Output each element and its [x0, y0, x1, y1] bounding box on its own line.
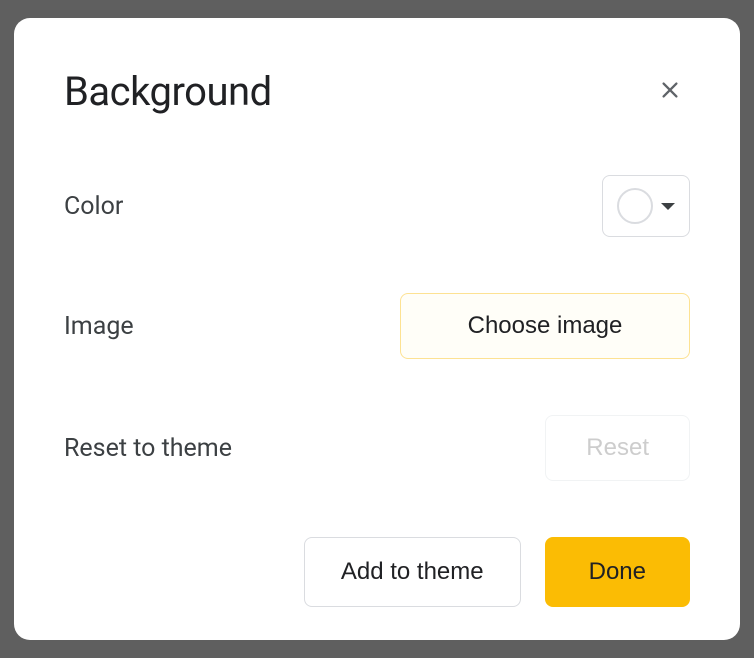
chevron-down-icon: [661, 203, 675, 210]
image-option-row: Image Choose image: [64, 293, 690, 359]
add-to-theme-button[interactable]: Add to theme: [304, 537, 521, 607]
choose-image-button[interactable]: Choose image: [400, 293, 690, 359]
close-button[interactable]: [650, 72, 690, 112]
dialog-header: Background: [64, 68, 690, 115]
reset-label: Reset to theme: [64, 434, 232, 463]
color-swatch-icon: [617, 188, 653, 224]
dialog-footer: Add to theme Done: [64, 537, 690, 607]
image-label: Image: [64, 312, 134, 341]
dialog-title: Background: [64, 68, 272, 115]
color-option-row: Color: [64, 175, 690, 237]
close-icon: [659, 76, 681, 108]
reset-option-row: Reset to theme Reset: [64, 415, 690, 481]
background-dialog: Background Color Image Choose image Rese…: [14, 18, 740, 640]
reset-button[interactable]: Reset: [545, 415, 690, 481]
color-label: Color: [64, 192, 123, 221]
done-button[interactable]: Done: [545, 537, 690, 607]
color-picker-button[interactable]: [602, 175, 690, 237]
